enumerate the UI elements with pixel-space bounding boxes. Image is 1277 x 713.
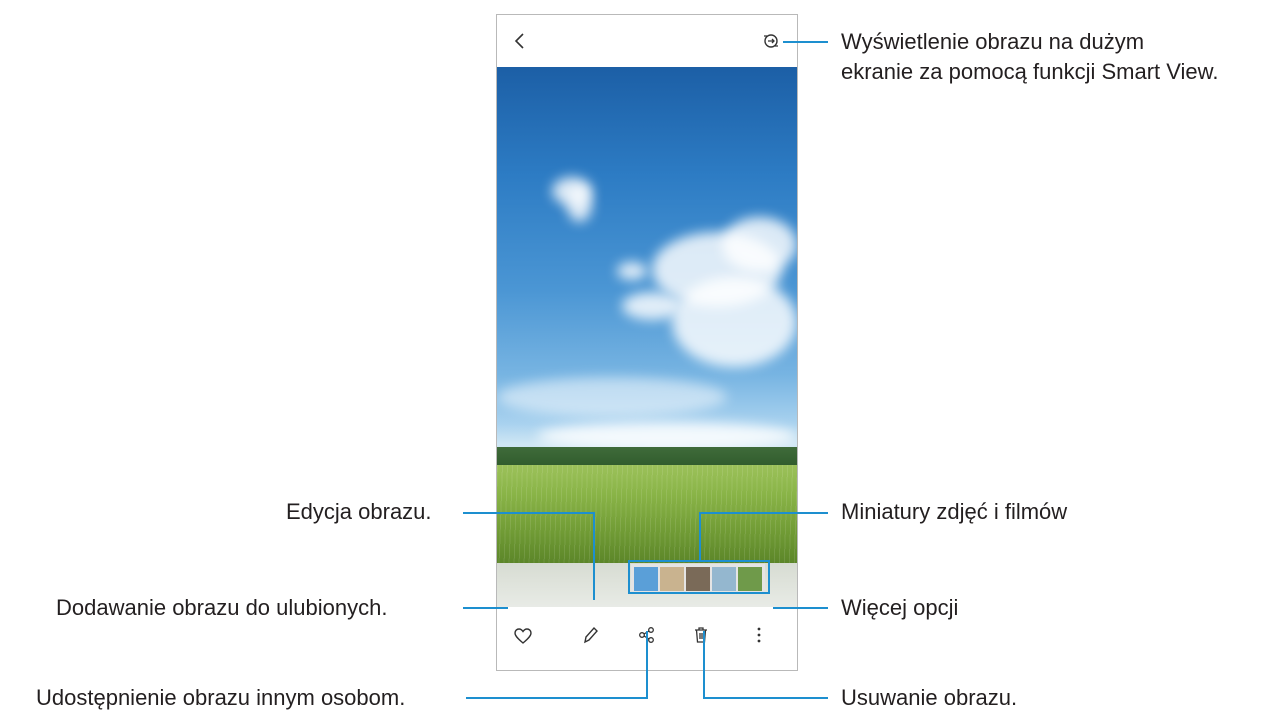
callout-line-delete: [703, 697, 828, 699]
trash-icon[interactable]: [693, 625, 709, 645]
callout-share: Udostępnienie obrazu innym osobom.: [36, 685, 406, 710]
callout-line-thumbnails: [699, 512, 828, 514]
heart-icon[interactable]: [513, 627, 533, 645]
rice-field: [497, 465, 797, 563]
callout-line-share: [466, 697, 648, 699]
callout-delete: Usuwanie obrazu.: [841, 685, 1018, 710]
callout-line-delete-vertical: [703, 631, 705, 699]
callout-line-thumbnails-vertical: [699, 512, 701, 560]
pencil-icon[interactable]: [582, 625, 600, 645]
callout-smart-view-line2: ekranie za pomocą funkcji Smart View.: [841, 59, 1219, 84]
callout-more: Więcej opcji: [841, 595, 959, 620]
photo-viewer[interactable]: [497, 67, 797, 563]
callout-line-favorite: [463, 607, 508, 609]
callout-edit: Edycja obrazu.: [286, 499, 432, 524]
smart-view-icon[interactable]: [762, 32, 780, 50]
callout-thumbnails: Miniatury zdjęć i filmów: [841, 499, 1068, 524]
callout-line-edit-vertical: [593, 512, 595, 600]
callout-line-share-vertical: [646, 631, 648, 699]
callout-favorite: Dodawanie obrazu do ulubionych.: [56, 595, 388, 620]
top-toolbar: [497, 15, 797, 67]
back-arrow-icon[interactable]: [513, 32, 527, 50]
callout-line-edit: [463, 512, 595, 514]
callout-line-smart-view: [783, 41, 828, 43]
more-options-icon[interactable]: [756, 626, 762, 644]
thumbnail-highlight-frame: [628, 560, 770, 594]
callout-smart-view-line1: Wyświetlenie obrazu na dużym: [841, 29, 1145, 54]
callout-line-more: [773, 607, 828, 609]
